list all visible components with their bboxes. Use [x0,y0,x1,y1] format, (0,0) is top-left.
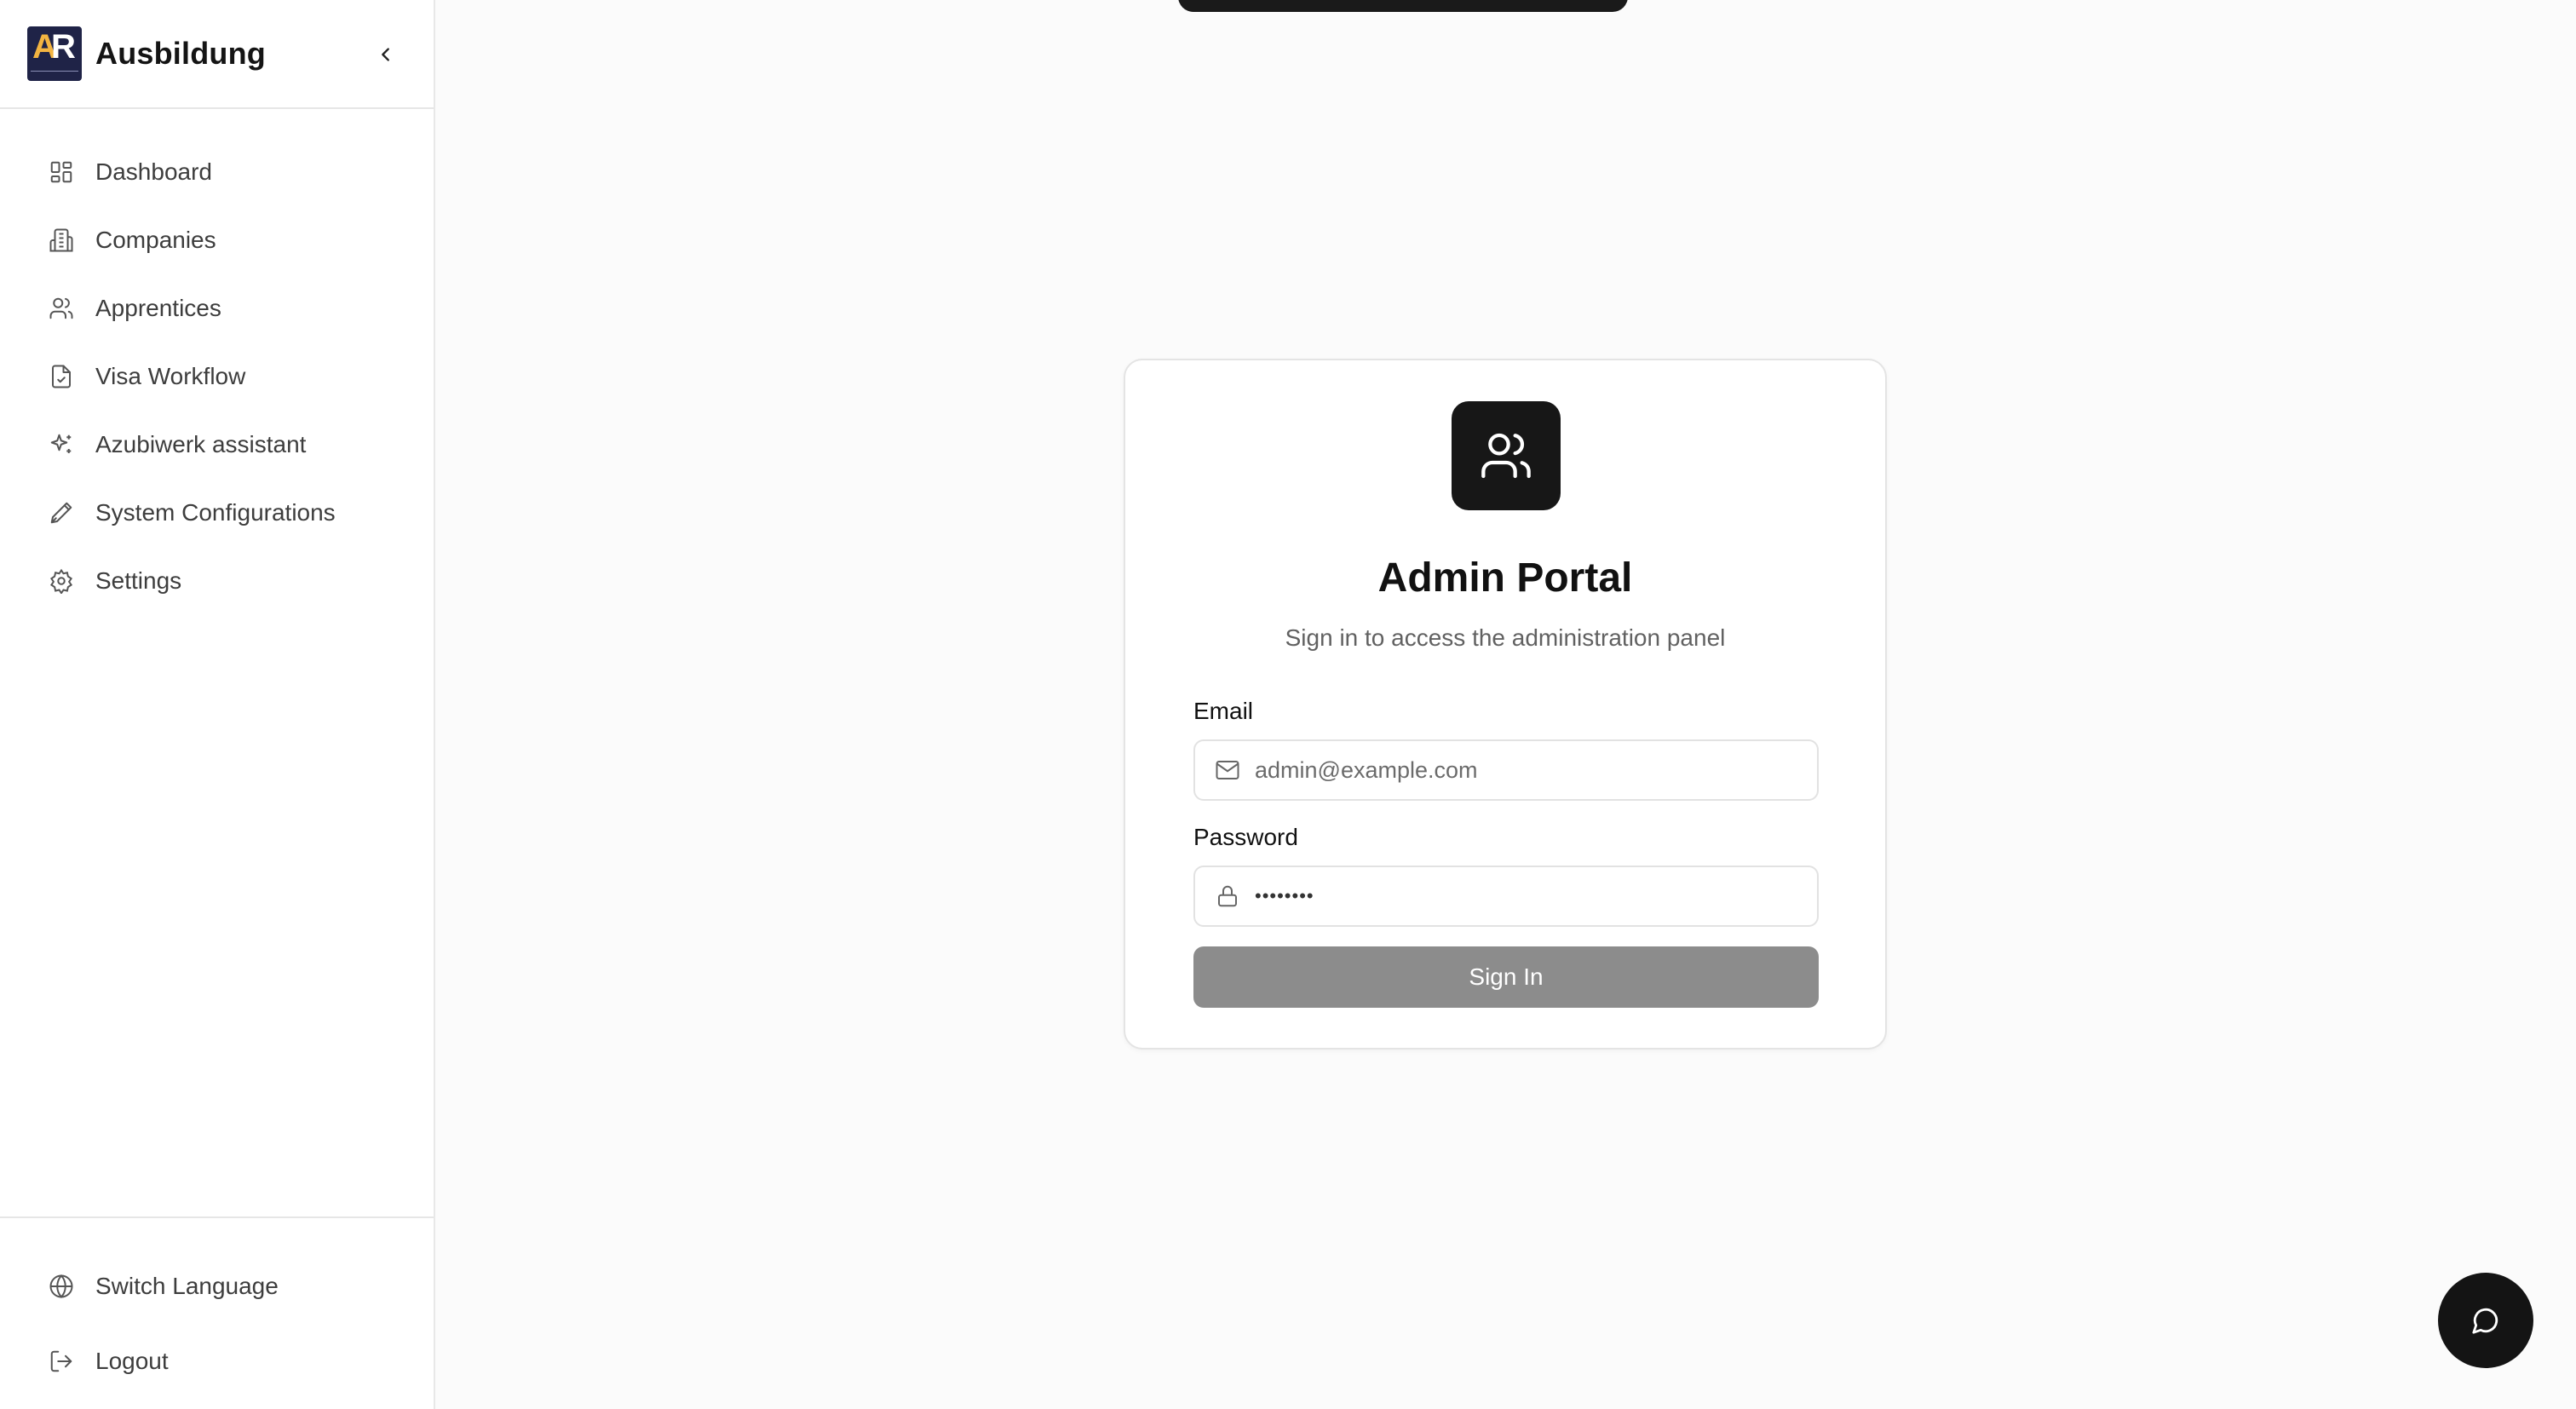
login-card: Admin Portal Sign in to access the admin… [1124,359,1887,1050]
sidebar-item-label: Apprentices [95,295,221,321]
file-check-icon [48,363,75,390]
sidebar-item-settings[interactable]: Settings [0,547,434,615]
password-label: Password [1193,824,1298,850]
admin-users-icon [1452,401,1561,510]
brand-logo: A R [27,26,82,81]
sidebar-item-apprentices[interactable]: Apprentices [0,274,434,342]
email-field[interactable]: admin@example.com [1193,739,1819,801]
brand-name: Ausbildung [95,36,266,71]
email-placeholder: admin@example.com [1255,756,1478,783]
chat-bubble-icon [2472,1308,2498,1334]
logout-button[interactable]: Logout [0,1324,434,1399]
top-overlay-edge [1178,0,1628,12]
sidebar-item-companies[interactable]: Companies [0,206,434,274]
switch-language-button[interactable]: Switch Language [0,1249,434,1324]
sidebar-item-azubiwerk-assistant[interactable]: Azubiwerk assistant [0,411,434,479]
sidebar-item-label: Settings [95,567,182,594]
sidebar: A R Ausbildung Dashboard Companies Appre… [0,0,435,1409]
sign-in-button[interactable]: Sign In [1193,946,1819,1008]
pen-icon [48,499,75,526]
mail-icon [1214,756,1241,784]
globe-icon [48,1273,75,1300]
logout-icon [48,1348,75,1375]
sidebar-item-label: Visa Workflow [95,363,246,389]
lock-icon [1214,883,1241,910]
sidebar-nav: Dashboard Companies Apprentices Visa Wor… [0,109,434,615]
sidebar-item-system-configurations[interactable]: System Configurations [0,479,434,547]
login-title: Admin Portal [1377,555,1633,601]
email-label: Email [1193,698,1254,724]
chevron-left-icon [382,48,389,61]
sidebar-item-dashboard[interactable]: Dashboard [0,138,434,206]
sidebar-item-label: Dashboard [95,158,212,185]
sidebar-item-visa-workflow[interactable]: Visa Workflow [0,342,434,411]
sidebar-item-label: System Configurations [95,499,336,526]
logo-letter-r: R [51,28,76,66]
sidebar-header: A R Ausbildung [0,0,434,109]
chat-button[interactable] [2438,1273,2533,1368]
sidebar-item-label: Azubiwerk assistant [95,431,307,457]
login-subtitle: Sign in to access the administration pan… [1285,624,1726,651]
logout-label: Logout [95,1348,169,1374]
password-field[interactable]: •••••••• [1193,866,1819,927]
building-icon [48,227,75,254]
sidebar-item-label: Companies [95,227,216,253]
main-content: Admin Portal Sign in to access the admin… [435,0,2576,1409]
switch-language-label: Switch Language [95,1273,279,1299]
gear-icon [48,567,75,595]
sparkles-icon [48,431,75,458]
dashboard-icon [48,158,75,186]
users-icon [48,295,75,322]
sidebar-footer: Switch Language Logout [0,1216,434,1409]
password-value: •••••••• [1255,885,1314,906]
collapse-sidebar-button[interactable] [369,37,403,72]
